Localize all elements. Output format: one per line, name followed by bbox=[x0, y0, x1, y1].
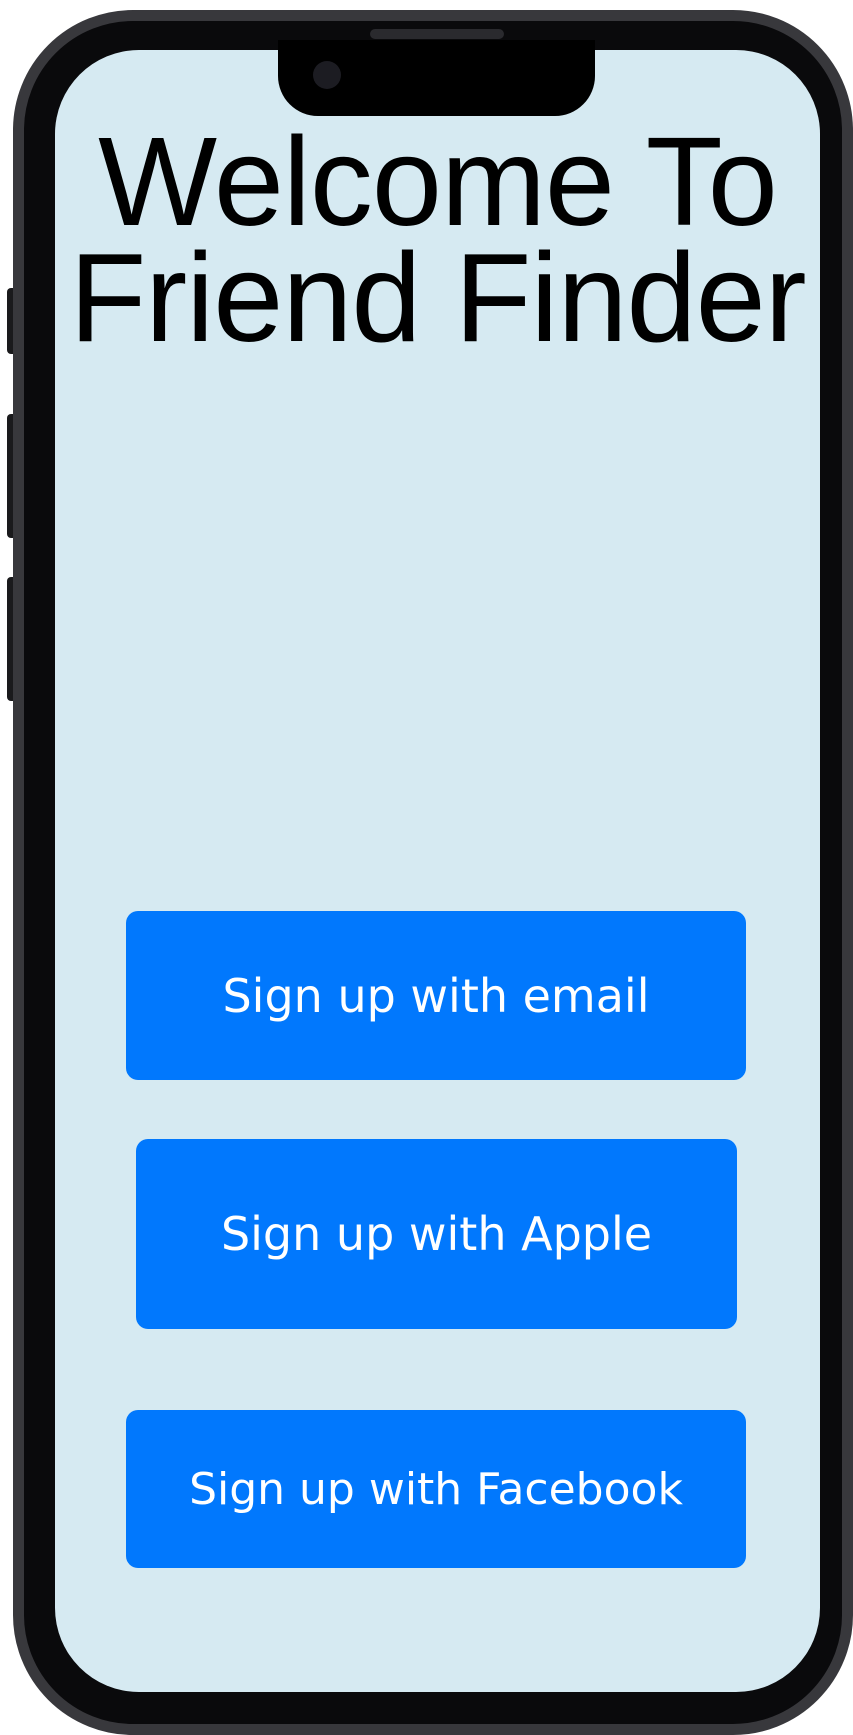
speaker-grille bbox=[370, 29, 504, 39]
sign-up-email-button[interactable]: Sign up with email bbox=[126, 911, 746, 1080]
app-screen: Welcome To Friend Finder Sign up with em… bbox=[55, 50, 820, 1692]
sign-up-apple-button[interactable]: Sign up with Apple bbox=[136, 1139, 737, 1329]
welcome-title: Welcome To Friend Finder bbox=[69, 111, 806, 368]
sign-up-facebook-button[interactable]: Sign up with Facebook bbox=[126, 1410, 746, 1568]
front-camera-icon bbox=[313, 61, 341, 89]
